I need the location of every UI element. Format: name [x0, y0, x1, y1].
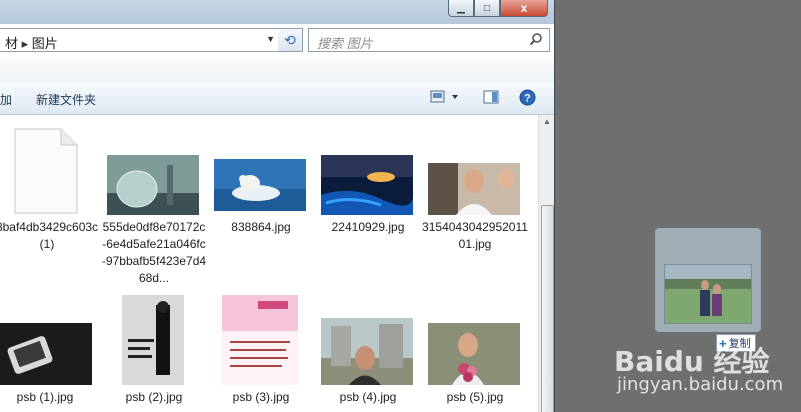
search-icon[interactable] — [529, 32, 543, 46]
night-beach-thumbnail — [321, 155, 413, 215]
poster-thumbnail — [122, 295, 184, 385]
new-folder-button[interactable]: 新建文件夹 — [36, 91, 96, 108]
drag-preview — [655, 228, 761, 332]
file-name: 8baf4db3429c603c (1) — [0, 220, 99, 251]
file-list: 8baf4db3429c603c (1) 555de0df8e70172c-6e… — [0, 115, 538, 412]
blank-document-icon — [14, 128, 78, 214]
help-icon[interactable]: ? — [519, 89, 536, 106]
search-placeholder: 搜索 图片 — [317, 36, 373, 51]
file-name: psb (4).jpg — [339, 390, 397, 404]
flowers-portrait-thumbnail — [428, 323, 520, 385]
refresh-button[interactable]: ⟲ — [278, 28, 303, 52]
people-thumbnail — [428, 163, 520, 215]
breadcrumb-current[interactable]: 图片 — [32, 36, 58, 51]
minimize-button[interactable]: ▁ — [448, 0, 474, 17]
address-row: 材 ▸ 图片 ▼ ⟲ 搜索 图片 — [0, 28, 554, 54]
file-name: 315404304295201101.jpg — [422, 220, 528, 251]
toolbar-partial-item[interactable]: 加 — [0, 91, 12, 108]
refresh-icon: ⟲ — [284, 31, 296, 48]
outdoor-portrait-thumbnail — [321, 318, 413, 385]
file-name: 22410929.jpg — [331, 220, 405, 234]
fishbowl-thumbnail — [107, 155, 199, 215]
search-input[interactable]: 搜索 图片 — [308, 28, 550, 52]
title-bar: ▁ □ x — [0, 0, 554, 24]
polar-bear-thumbnail — [214, 159, 306, 211]
preview-pane-icon[interactable] — [483, 90, 499, 104]
scrollbar-thumb[interactable] — [541, 205, 554, 412]
address-bar[interactable]: 材 ▸ 图片 ▼ — [0, 28, 280, 52]
dark-product-thumbnail — [0, 323, 92, 385]
menu-bar — [0, 58, 554, 83]
command-bar: 加 新建文件夹 ? — [0, 82, 554, 115]
window-controls: ▁ □ x — [448, 0, 548, 17]
file-name: psb (5).jpg — [446, 390, 504, 404]
explorer-window: ▁ □ x 材 ▸ 图片 ▼ ⟲ 搜索 图片 加 新建文件夹 ? 8baf4db… — [0, 0, 555, 412]
vertical-scrollbar[interactable]: ▲ — [538, 115, 554, 412]
pink-flyer-thumbnail — [222, 295, 298, 385]
file-name: psb (2).jpg — [125, 390, 183, 404]
scroll-up-arrow-icon[interactable]: ▲ — [539, 117, 554, 131]
close-button[interactable]: x — [500, 0, 548, 17]
file-name: 555de0df8e70172c-6e4d5afe21a046fc-97bbaf… — [101, 220, 207, 285]
breadcrumb: 材 ▸ 图片 — [5, 33, 58, 52]
watermark-url: jingyan.baidu.com — [617, 374, 784, 395]
view-options-icon[interactable] — [430, 90, 460, 104]
breadcrumb-prev[interactable]: 材 — [5, 36, 18, 51]
svg-text:?: ? — [524, 93, 531, 105]
drag-thumbnail — [664, 264, 752, 324]
file-name: psb (3).jpg — [232, 390, 290, 404]
maximize-button[interactable]: □ — [474, 0, 500, 17]
address-dropdown-icon[interactable]: ▼ — [266, 34, 275, 44]
file-name: 838864.jpg — [231, 220, 291, 234]
breadcrumb-separator-icon[interactable]: ▸ — [22, 36, 29, 51]
file-name: psb (1).jpg — [16, 390, 74, 404]
